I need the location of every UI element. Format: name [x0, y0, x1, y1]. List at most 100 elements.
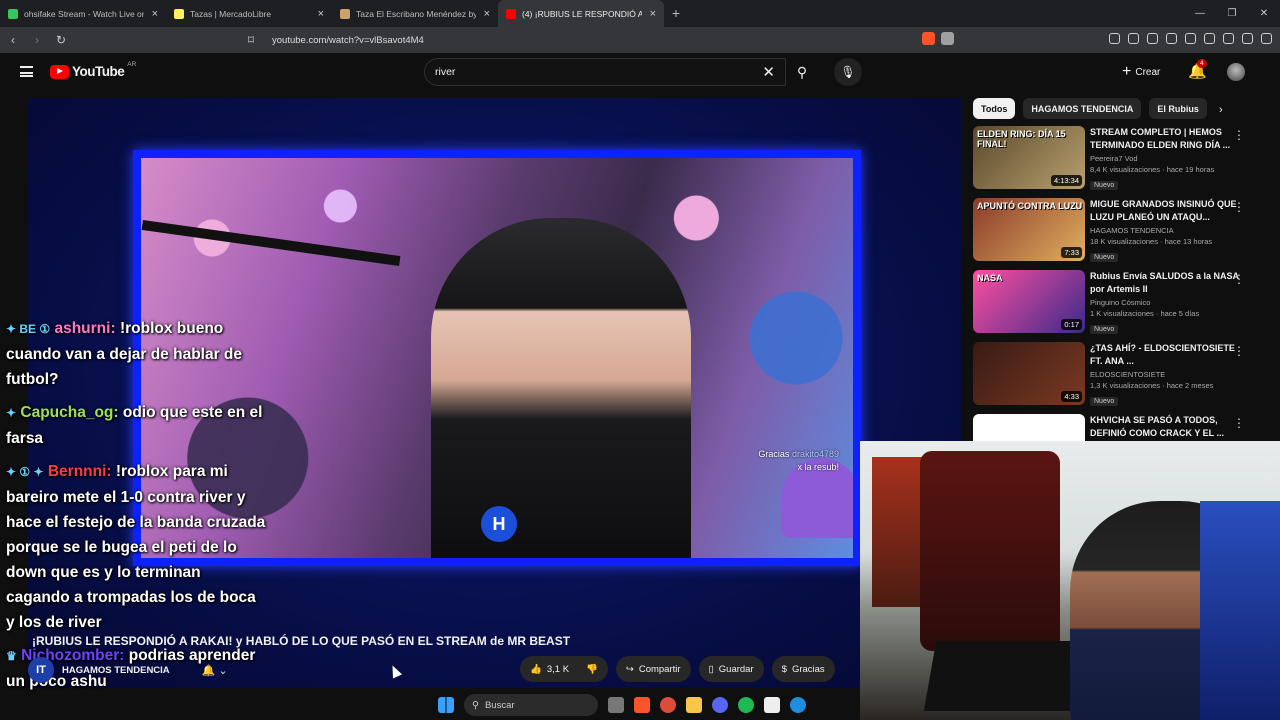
- chat-badges: ✦ ① ✦: [6, 465, 44, 479]
- create-button[interactable]: + Crear: [1122, 62, 1160, 82]
- extension-icon[interactable]: [1128, 33, 1139, 44]
- favicon-icon: [174, 8, 184, 19]
- chat-username: ashurni:: [54, 320, 116, 337]
- video-thumbnail[interactable]: APUNTÓ CONTRA LUZU 7:33: [973, 198, 1085, 261]
- url-field[interactable]: youtube.com/watch?v=vlBsavot4M4: [272, 35, 424, 46]
- extensions-toolbar: [1109, 33, 1272, 44]
- channel-name[interactable]: Peereira7 Vod: [1090, 154, 1240, 163]
- brave-shields: [922, 32, 954, 45]
- close-tab-icon[interactable]: ×: [152, 8, 158, 20]
- close-tab-icon[interactable]: ×: [484, 8, 490, 20]
- sub-alert-thanks: Gracias: [758, 449, 790, 459]
- more-options-icon[interactable]: ⋮: [1233, 272, 1245, 286]
- favicon-icon: [340, 8, 350, 19]
- more-options-icon[interactable]: ⋮: [1233, 128, 1245, 142]
- notifications-button[interactable]: 🔔 4: [1188, 59, 1207, 80]
- extension-icon[interactable]: [1204, 33, 1215, 44]
- channel-name[interactable]: ELDOSCIENTOSIETE: [1090, 370, 1240, 379]
- extension-icon[interactable]: [1223, 33, 1234, 44]
- recommendation-item[interactable]: 4:33 ¿TAS AHÍ? - ELDOSCIENTOSIETE FT. ANA…: [973, 342, 1273, 414]
- reload-button[interactable]: ↻: [54, 33, 68, 47]
- recommendations-list: ELDEN RING: DÍA 15 FINAL! 4:13:34 STREAM C…: [973, 126, 1273, 486]
- taskbar: ⚲ Buscar: [432, 690, 852, 720]
- discord-icon[interactable]: [712, 697, 728, 713]
- search-icon: ⚲: [472, 699, 479, 711]
- video-info: ¿TAS AHÍ? - ELDOSCIENTOSIETE FT. ANA ...…: [1090, 342, 1240, 408]
- video-title[interactable]: MIGUE GRANADOS INSINUÓ QUE LUZU PLANEÓ U…: [1090, 198, 1240, 224]
- filter-chip[interactable]: Todos: [973, 98, 1016, 119]
- extension-icon[interactable]: [1147, 33, 1158, 44]
- taskbar-search[interactable]: ⚲ Buscar: [464, 694, 598, 716]
- browser-tab[interactable]: Tazas | MercadoLibre ×: [166, 0, 332, 27]
- video-thumbnail[interactable]: ELDEN RING: DÍA 15 FINAL! 4:13:34: [973, 126, 1085, 189]
- save-button[interactable]: ▯ Guardar: [698, 656, 764, 682]
- browser-tab[interactable]: Taza El Escribano Menéndez by Prod ×: [332, 0, 498, 27]
- channel-name[interactable]: HAGAMOS TENDENCIA: [1090, 226, 1240, 235]
- more-options-icon[interactable]: ⋮: [1233, 200, 1245, 214]
- brave-icon[interactable]: [634, 697, 650, 713]
- subscription-bell-icon[interactable]: 🔔 ⌄: [202, 664, 228, 677]
- spotify-icon[interactable]: [738, 697, 754, 713]
- browser-tab[interactable]: ohsifake Stream - Watch Live on ×: [0, 0, 166, 27]
- video-title[interactable]: Rubius Envía SALUDOS a la NASA por Artem…: [1090, 270, 1240, 296]
- search-icon[interactable]: ⚲: [786, 58, 818, 86]
- folder-icon[interactable]: [686, 697, 702, 713]
- video-title[interactable]: STREAM COMPLETO | HEMOS TERMINADO ELDEN …: [1090, 126, 1240, 152]
- close-window-button[interactable]: ✕: [1248, 0, 1280, 27]
- video-title[interactable]: ¿TAS AHÍ? - ELDOSCIENTOSIETE FT. ANA ...: [1090, 342, 1240, 368]
- bookmark-icon[interactable]: ⌑: [244, 33, 258, 47]
- recommendation-item[interactable]: ELDEN RING: DÍA 15 FINAL! 4:13:34 STREAM C…: [973, 126, 1273, 198]
- extension-icon[interactable]: [1109, 33, 1120, 44]
- terminal-icon[interactable]: [764, 697, 780, 713]
- app-icon[interactable]: [790, 697, 806, 713]
- tab-label: Taza El Escribano Menéndez by Prod: [356, 8, 476, 19]
- menu-icon[interactable]: [20, 66, 33, 77]
- share-button[interactable]: ↪ Compartir: [615, 656, 691, 682]
- maximize-button[interactable]: ❐: [1216, 0, 1248, 27]
- back-button[interactable]: ‹: [6, 33, 20, 47]
- video-title[interactable]: KHVICHA SE PASÓ A TODOS, DEFINIÓ COMO CR…: [1090, 414, 1240, 440]
- search-input[interactable]: river ✕: [424, 58, 786, 86]
- sub-alert: Gracias drakito4789 x la resub!: [758, 448, 839, 474]
- dislike-icon[interactable]: 👎: [586, 664, 598, 675]
- more-options-icon[interactable]: ⋮: [1233, 344, 1245, 358]
- chrome-icon[interactable]: [660, 697, 676, 713]
- close-tab-icon[interactable]: ×: [318, 8, 324, 20]
- task-view-icon[interactable]: [608, 697, 624, 713]
- mic-icon[interactable]: 🎙: [834, 58, 862, 86]
- avatar[interactable]: [1227, 63, 1245, 81]
- chevron-right-icon[interactable]: ›: [1219, 104, 1223, 116]
- menu-icon[interactable]: [1261, 33, 1272, 44]
- filter-chip[interactable]: HAGAMOS TENDENCIA: [1023, 98, 1142, 119]
- extension-icon[interactable]: [1242, 33, 1253, 44]
- filter-chip[interactable]: El Rubius: [1149, 98, 1207, 119]
- browser-tab[interactable]: (4) ¡RUBIUS LE RESPONDIÓ A ×: [498, 0, 664, 27]
- youtube-logo[interactable]: YouTube AR: [50, 61, 136, 79]
- like-count: 3,1 K: [546, 663, 570, 675]
- channel-name[interactable]: HAGAMOS TENDENCIA: [62, 665, 170, 676]
- brave-shield-icon[interactable]: [922, 32, 935, 45]
- windows-start-icon[interactable]: [438, 697, 454, 713]
- brave-rewards-icon[interactable]: [941, 32, 954, 45]
- video-thumbnail[interactable]: 4:33: [973, 342, 1085, 405]
- like-button[interactable]: 👍 3,1 K 👎: [520, 656, 608, 682]
- more-options-icon[interactable]: ⋮: [1233, 416, 1245, 430]
- minimize-button[interactable]: —: [1184, 0, 1216, 27]
- recommendation-item[interactable]: NASA 0:17 Rubius Envía SALUDOS a la NASA p…: [973, 270, 1273, 342]
- extension-icon[interactable]: [1166, 33, 1177, 44]
- thanks-button[interactable]: $ Gracias: [771, 656, 835, 682]
- extension-icon[interactable]: [1185, 33, 1196, 44]
- keyboard: [923, 641, 1087, 711]
- channel-name[interactable]: Pinguino Cósmico: [1090, 298, 1240, 307]
- chat-username: Bernnni:: [47, 463, 112, 480]
- video-thumbnail[interactable]: NASA 0:17: [973, 270, 1085, 333]
- close-tab-icon[interactable]: ×: [650, 8, 656, 20]
- new-tab-button[interactable]: +: [664, 0, 688, 27]
- thumbnail-text: ELDEN RING: DÍA 15 FINAL!: [977, 129, 1066, 149]
- plus-icon: +: [1122, 63, 1132, 80]
- forward-button[interactable]: ›: [30, 33, 44, 47]
- video-meta: 1,3 K visualizaciones · hace 2 meses: [1090, 381, 1214, 390]
- clear-search-icon[interactable]: ✕: [762, 63, 775, 81]
- recommendation-item[interactable]: APUNTÓ CONTRA LUZU 7:33 MIGUE GRANADOS INS…: [973, 198, 1273, 270]
- channel-avatar[interactable]: IT: [28, 657, 54, 683]
